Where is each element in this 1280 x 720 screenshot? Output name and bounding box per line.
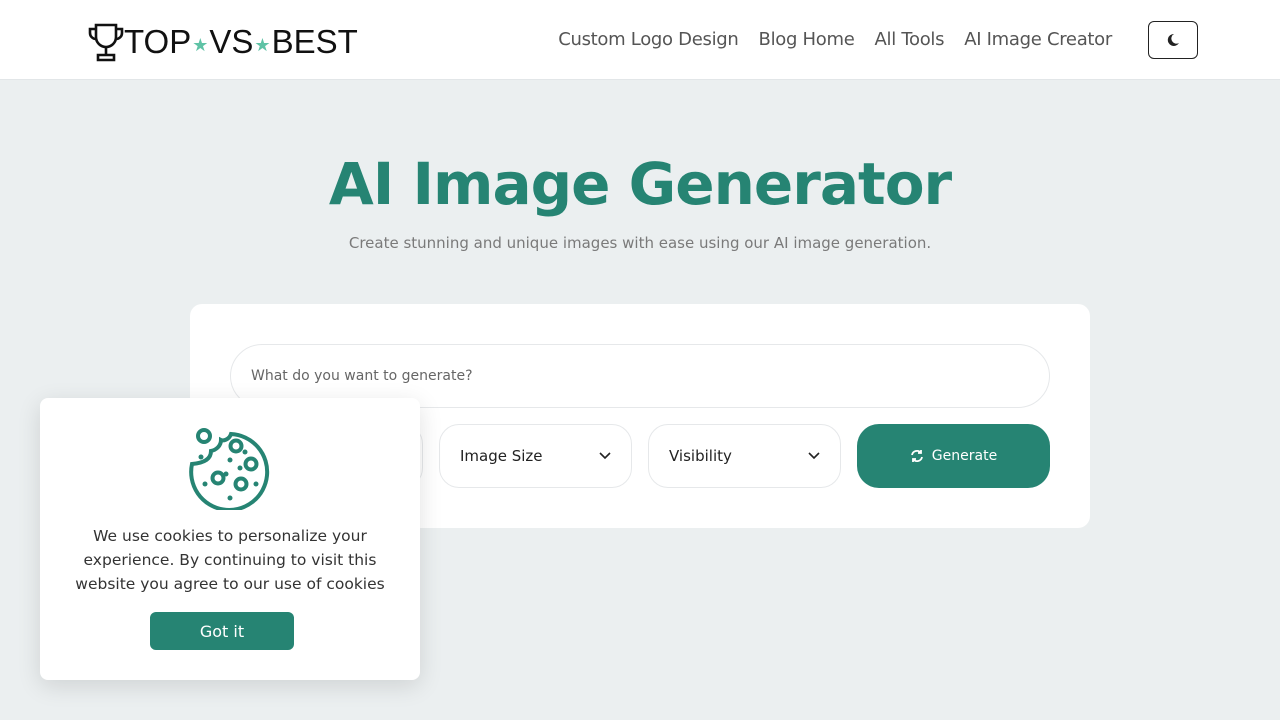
nav-ai-image-creator[interactable]: AI Image Creator bbox=[964, 29, 1112, 50]
trophy-icon bbox=[88, 23, 124, 62]
cookie-accept-button[interactable]: Got it bbox=[150, 612, 294, 650]
nav-blog-home[interactable]: Blog Home bbox=[759, 29, 855, 50]
chevron-down-icon bbox=[599, 452, 611, 460]
visibility-label: Visibility bbox=[669, 447, 732, 465]
logo-text-best: BEST bbox=[271, 23, 358, 60]
star-icon: ★ bbox=[192, 34, 209, 55]
generate-label: Generate bbox=[931, 448, 998, 464]
generate-button[interactable]: Generate bbox=[857, 424, 1050, 488]
theme-toggle-button[interactable] bbox=[1148, 21, 1198, 59]
page-subtitle: Create stunning and unique images with e… bbox=[348, 234, 932, 252]
logo-text-top: TOP bbox=[124, 23, 192, 60]
visibility-select[interactable]: Visibility bbox=[648, 424, 841, 488]
cookie-text: We use cookies to personalize your exper… bbox=[75, 527, 385, 593]
navbar: TOP ★ VS ★ BEST Custom Logo Design Blog Home… bbox=[0, 0, 1280, 80]
image-size-label: Image Size bbox=[460, 447, 543, 465]
logo-text-vs: VS bbox=[209, 23, 254, 60]
logo[interactable]: TOP ★ VS ★ BEST bbox=[88, 22, 358, 62]
moon-icon bbox=[1167, 33, 1179, 46]
nav-custom-logo-design[interactable]: Custom Logo Design bbox=[558, 29, 739, 50]
image-size-select[interactable]: Image Size bbox=[439, 424, 632, 488]
page-title: AI Image Generator bbox=[328, 150, 952, 218]
cookie-banner: We use cookies to personalize your exper… bbox=[40, 398, 420, 680]
nav-all-tools[interactable]: All Tools bbox=[875, 29, 945, 50]
cookie-icon bbox=[189, 428, 270, 510]
refresh-icon bbox=[910, 450, 923, 462]
chevron-down-icon bbox=[808, 452, 820, 460]
star-icon: ★ bbox=[254, 34, 271, 55]
